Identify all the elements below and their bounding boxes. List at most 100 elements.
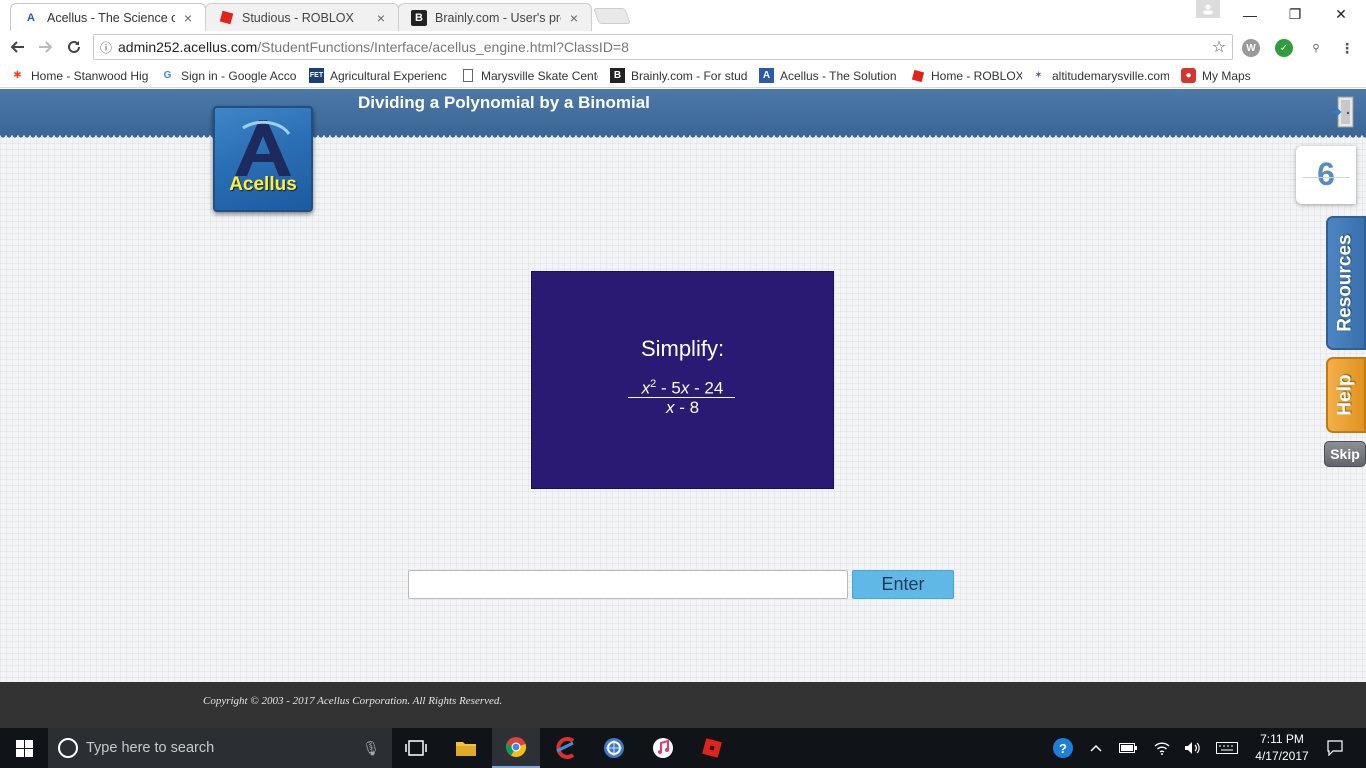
windows-logo-icon xyxy=(15,739,33,757)
tab-title: Brainly.com - User's prof xyxy=(435,10,561,25)
bookmark-item[interactable]: Marysville Skate Cente xyxy=(460,67,598,84)
brainly-icon: B xyxy=(610,68,625,83)
bookmark-item[interactable]: A Acellus - The Solution xyxy=(759,67,897,84)
task-view-icon[interactable] xyxy=(392,728,440,768)
bookmark-label: Home - ROBLOX xyxy=(931,68,1022,83)
action-center-icon[interactable] xyxy=(1320,728,1350,768)
windows-taskbar: Type here to search 🎙 ? 7:11 PM 4/17/201… xyxy=(0,728,1366,768)
tab-close-icon[interactable]: × xyxy=(567,10,581,26)
system-clock[interactable]: 7:11 PM 4/17/2017 xyxy=(1244,731,1320,765)
new-tab-button[interactable] xyxy=(593,8,631,24)
bookmark-item[interactable]: G Sign in - Google Acco xyxy=(160,67,298,84)
numerator-variable: x xyxy=(641,378,651,398)
bookmark-label: Agricultural Experienc xyxy=(330,68,447,83)
start-button[interactable] xyxy=(0,728,48,768)
resources-label: Resources xyxy=(1335,234,1357,332)
acellus-logo: Acellus xyxy=(213,106,313,212)
answer-input[interactable] xyxy=(408,570,848,599)
problem-prompt: Simplify: xyxy=(640,336,725,361)
bookmark-item[interactable]: FET Agricultural Experienc xyxy=(309,67,448,84)
browser-tab-strip: A Acellus - The Science of L × Studious … xyxy=(0,0,1366,31)
volume-icon[interactable] xyxy=(1179,728,1205,768)
show-hidden-icons-icon[interactable] xyxy=(1084,728,1108,768)
help-tray-icon[interactable]: ? xyxy=(1048,728,1078,768)
chrome-icon[interactable] xyxy=(492,728,540,768)
roblox-icon xyxy=(910,68,925,83)
bookmark-label: Home - Stanwood Hig xyxy=(31,68,148,83)
extension-tool-icon[interactable]: ⚲ xyxy=(1307,39,1325,57)
browser-globe-icon[interactable] xyxy=(590,728,638,768)
back-button[interactable] xyxy=(6,36,28,58)
tab-acellus[interactable]: A Acellus - The Science of L × xyxy=(10,3,206,31)
bookmark-label: My Maps xyxy=(1202,68,1251,83)
tab-title: Acellus - The Science of L xyxy=(47,10,175,25)
extension-check-icon[interactable]: ✓ xyxy=(1275,39,1293,57)
bookmark-item[interactable]: B Brainly.com - For stud xyxy=(610,67,748,84)
itunes-icon[interactable] xyxy=(639,728,687,768)
url-path: /StudentFunctions/Interface/acellus_engi… xyxy=(257,39,629,55)
site-info-icon[interactable]: ⓘ xyxy=(94,39,118,56)
acellus-icon: A xyxy=(759,68,774,83)
bookmark-item[interactable]: ✶ altitudemarysville.com xyxy=(1031,67,1169,84)
wifi-icon[interactable] xyxy=(1149,728,1175,768)
step-divider xyxy=(1302,177,1350,178)
step-number: 6 xyxy=(1317,156,1335,192)
battery-icon[interactable] xyxy=(1115,728,1141,768)
help-label: Help xyxy=(1335,374,1356,416)
back-arrow-icon xyxy=(10,41,24,53)
tab-brainly[interactable]: B Brainly.com - User's prof × xyxy=(398,3,592,31)
bookmark-label: altitudemarysville.com xyxy=(1052,68,1169,83)
brainly-favicon-icon: B xyxy=(411,9,427,26)
altitude-icon: ✶ xyxy=(1034,70,1043,81)
cortana-icon xyxy=(58,738,78,758)
tab-close-icon[interactable]: × xyxy=(181,10,195,26)
numerator-term: - 5 xyxy=(656,378,681,398)
maps-icon: ● xyxy=(1181,68,1196,83)
profile-icon[interactable] xyxy=(1196,0,1220,18)
copyright-text: Copyright © 2003 - 2017 Acellus Corporat… xyxy=(203,695,503,707)
bookmark-item[interactable]: ✱ Home - Stanwood Hig xyxy=(10,67,148,84)
help-button[interactable]: Help xyxy=(1326,357,1366,433)
ccleaner-icon[interactable] xyxy=(541,728,589,768)
search-placeholder: Type here to search xyxy=(86,740,215,756)
denominator-constant: - 8 xyxy=(674,398,700,417)
clock-date: 4/17/2017 xyxy=(1255,749,1309,763)
bookmark-label: Acellus - The Solution xyxy=(780,68,897,83)
bookmark-star-icon[interactable]: ☆ xyxy=(1206,37,1232,57)
tab-title: Studious - ROBLOX xyxy=(242,10,354,25)
acellus-page: Dividing a Polynomial by a Binomial Acel… xyxy=(0,89,1366,682)
bookmark-item[interactable]: Home - ROBLOX xyxy=(910,67,1022,84)
enter-button[interactable]: Enter xyxy=(852,570,954,599)
acellus-logo-mark-icon xyxy=(235,120,291,176)
page-icon xyxy=(460,68,475,83)
chrome-menu-icon[interactable]: ⋮ xyxy=(1338,39,1356,57)
tab-roblox[interactable]: Studious - ROBLOX × xyxy=(205,3,399,31)
logo-text: Acellus xyxy=(229,174,297,195)
bookmark-label: Marysville Skate Cente xyxy=(481,68,598,83)
restore-button[interactable]: ❐ xyxy=(1272,0,1318,29)
joomla-icon: ✱ xyxy=(13,70,22,81)
bookmark-label: Brainly.com - For stud xyxy=(631,68,748,83)
forward-button[interactable] xyxy=(35,36,57,58)
url-text[interactable]: admin252.acellus.com/StudentFunctions/In… xyxy=(118,39,1206,55)
microphone-icon[interactable]: 🎙 xyxy=(362,740,380,757)
roblox-icon[interactable] xyxy=(688,728,736,768)
bookmark-item[interactable]: ● My Maps xyxy=(1181,67,1261,84)
fet-icon: FET xyxy=(309,68,324,83)
tab-close-icon[interactable]: × xyxy=(374,10,388,26)
taskbar-search[interactable]: Type here to search 🎙 xyxy=(48,728,392,768)
close-window-button[interactable]: ✕ xyxy=(1318,0,1364,29)
address-bar[interactable]: ⓘ admin252.acellus.com/StudentFunctions/… xyxy=(93,34,1233,60)
acellus-favicon-icon: A xyxy=(27,11,35,24)
extension-w-icon[interactable]: W xyxy=(1242,39,1260,57)
resources-button[interactable]: Resources xyxy=(1326,216,1366,350)
reload-button[interactable] xyxy=(63,36,85,58)
fraction-denominator: x - 8 xyxy=(532,398,833,418)
google-icon: G xyxy=(163,70,172,81)
keyboard-icon[interactable] xyxy=(1213,728,1241,768)
bookmark-label: Sign in - Google Acco xyxy=(181,68,297,83)
exit-door-icon[interactable] xyxy=(1332,96,1354,128)
skip-button[interactable]: Skip xyxy=(1324,441,1366,467)
minimize-button[interactable]: — xyxy=(1227,0,1273,29)
file-explorer-icon[interactable] xyxy=(442,728,490,768)
